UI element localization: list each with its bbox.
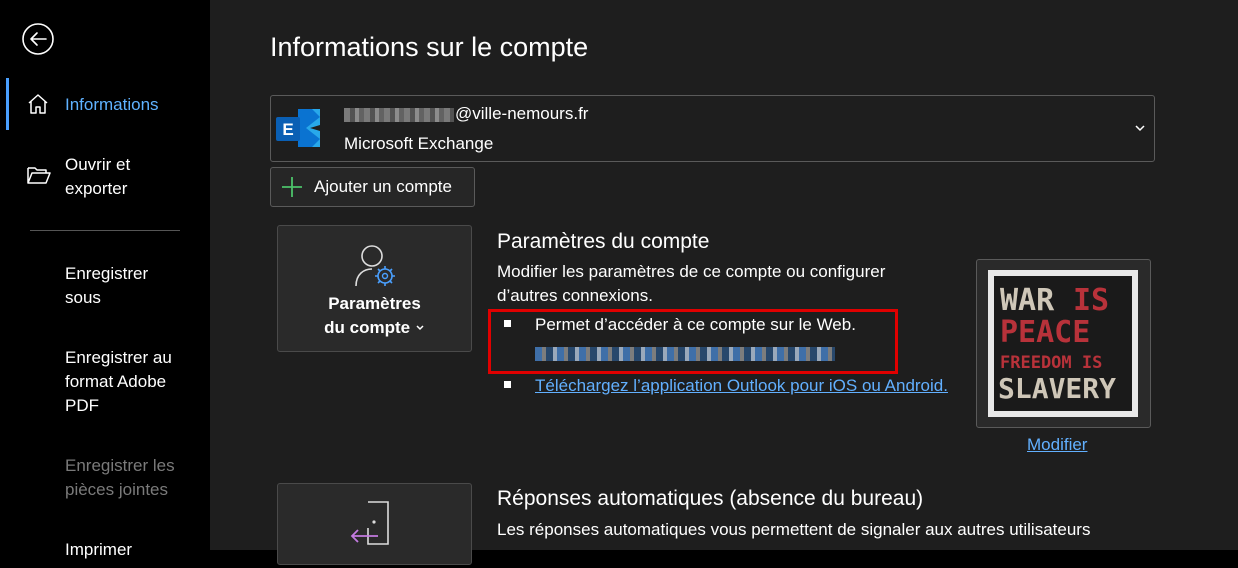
nav-label: Enregistrer sous <box>65 264 149 307</box>
svg-text:E: E <box>282 120 293 139</box>
svg-text:PEACE: PEACE <box>1000 315 1090 350</box>
backstage-sidebar: Informations Ouvrir et exporter Enregist… <box>0 0 210 559</box>
account-settings-description: Modifier les paramètres de ce compte ou … <box>497 262 886 305</box>
chevron-down-icon <box>1134 120 1146 138</box>
profile-image: WAR IS PEACE FREEDOM IS SLAVERY <box>988 270 1138 417</box>
account-selector[interactable]: E @ville-nemours.fr Microsoft Exchange <box>270 95 1155 162</box>
svg-text:WAR: WAR <box>1000 283 1055 318</box>
email-domain: @ville-nemours.fr <box>455 104 589 123</box>
account-settings-button[interactable]: Paramètres du compte <box>277 225 472 352</box>
svg-text:SLAVERY: SLAVERY <box>998 372 1116 405</box>
tile-label-line1: Paramètres <box>328 294 421 313</box>
nav-label: Ouvrir et exporter <box>65 155 131 198</box>
exchange-icon: E <box>276 105 324 151</box>
add-account-button[interactable]: Ajouter un compte <box>270 167 475 207</box>
main-content: Informations sur le compte E @ville-nemo… <box>210 0 1238 565</box>
nav-divider <box>30 230 180 231</box>
account-type: Microsoft Exchange <box>344 134 494 153</box>
nav-label: Enregistrer les pièces jointes <box>65 456 175 499</box>
redacted-username <box>344 107 454 122</box>
nav-item-enregistrer-sous[interactable]: Enregistrer sous <box>0 262 210 312</box>
account-settings-tile-label: Paramètres du compte <box>278 292 471 340</box>
highlight-box <box>488 309 898 374</box>
svg-text:FREEDOM IS: FREEDOM IS <box>1000 353 1102 373</box>
account-settings-title: Paramètres du compte <box>497 230 710 253</box>
nav-item-enregistrer-pdf[interactable]: Enregistrer au format Adobe PDF <box>0 346 210 420</box>
account-email: @ville-nemours.fr <box>344 104 588 124</box>
tile-label-line2: du compte <box>324 318 411 337</box>
automatic-replies-description: Les réponses automatiques vous permetten… <box>497 520 1091 539</box>
door-exit-icon <box>348 498 398 553</box>
chevron-down-icon <box>415 318 425 337</box>
home-icon <box>26 92 50 121</box>
outlook-mobile-link[interactable]: Téléchargez l’application Outlook pour i… <box>535 376 948 396</box>
svg-text:IS: IS <box>1073 283 1109 318</box>
nav-label: Imprimer <box>65 540 133 559</box>
nav-label: Enregistrer au format Adobe PDF <box>65 348 172 415</box>
nav-item-ouvrir-exporter[interactable]: Ouvrir et exporter <box>0 153 210 203</box>
modify-photo-link[interactable]: Modifier <box>1027 435 1087 455</box>
profile-picture: WAR IS PEACE FREEDOM IS SLAVERY <box>976 259 1151 428</box>
nav-item-informations[interactable]: Informations <box>0 90 210 120</box>
user-settings-icon <box>352 242 400 293</box>
nav-item-imprimer[interactable]: Imprimer <box>0 538 210 568</box>
nav-label: Informations <box>65 95 159 114</box>
add-account-label: Ajouter un compte <box>314 177 452 196</box>
automatic-replies-button[interactable] <box>277 483 472 565</box>
folder-open-icon <box>26 163 52 192</box>
automatic-replies-title: Réponses automatiques (absence du bureau… <box>497 487 924 510</box>
plus-icon <box>281 176 303 203</box>
page-title: Informations sur le compte <box>270 32 589 62</box>
bullet <box>504 381 511 388</box>
back-arrow-icon[interactable] <box>21 22 55 56</box>
nav-item-enregistrer-pieces-jointes[interactable]: Enregistrer les pièces jointes <box>0 454 210 504</box>
